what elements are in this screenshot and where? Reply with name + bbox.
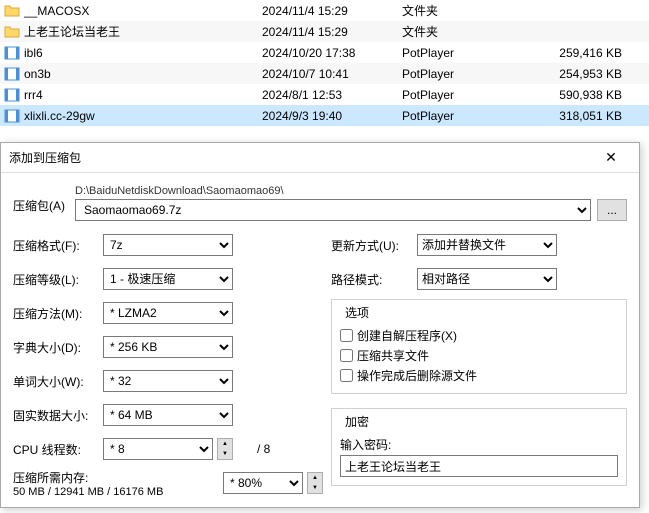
folder-icon xyxy=(4,24,20,40)
cpu-max: / 8 xyxy=(257,442,270,456)
cpu-select[interactable]: * 8 xyxy=(103,438,213,460)
word-label: 单词大小(W): xyxy=(13,373,103,390)
encryption-fieldset: 加密 输入密码: xyxy=(331,408,627,486)
mem-pct-select[interactable]: * 80% xyxy=(223,472,303,494)
format-label: 压缩格式(F): xyxy=(13,237,103,254)
file-list: __MACOSX 2024/11/4 15:29 文件夹 上老王论坛当老王 20… xyxy=(0,0,649,126)
solid-select[interactable]: * 64 MB xyxy=(103,404,233,426)
mem-value: 50 MB / 12941 MB / 16176 MB xyxy=(13,486,223,498)
file-row[interactable]: __MACOSX 2024/11/4 15:29 文件夹 xyxy=(0,0,649,21)
file-date: 2024/11/4 15:29 xyxy=(262,25,402,39)
password-input[interactable] xyxy=(340,455,618,477)
dict-label: 字典大小(D): xyxy=(13,339,103,356)
file-type: PotPlayer xyxy=(402,67,522,81)
file-date: 2024/8/1 12:53 xyxy=(262,88,402,102)
titlebar[interactable]: 添加到压缩包 ✕ xyxy=(1,143,639,173)
file-type: PotPlayer xyxy=(402,88,522,102)
mem-spinner[interactable]: ▲▼ xyxy=(307,472,323,494)
pathmode-select[interactable]: 相对路径 xyxy=(417,268,557,290)
word-select[interactable]: * 32 xyxy=(103,370,233,392)
enc-title: 加密 xyxy=(342,413,372,430)
file-date: 2024/10/7 10:41 xyxy=(262,67,402,81)
video-file-icon xyxy=(4,87,20,103)
file-row[interactable]: xlixli.cc-29gw 2024/9/3 19:40 PotPlayer … xyxy=(0,105,649,126)
file-row[interactable]: ibl6 2024/10/20 17:38 PotPlayer 259,416 … xyxy=(0,42,649,63)
update-select[interactable]: 添加并替换文件 xyxy=(417,234,557,256)
level-select[interactable]: 1 - 极速压缩 xyxy=(103,268,233,290)
file-name: on3b xyxy=(24,67,262,81)
options-fieldset: 选项 创建自解压程序(X) 压缩共享文件 操作完成后删除源文件 xyxy=(331,299,627,394)
file-size: 254,953 KB xyxy=(522,67,632,81)
file-date: 2024/10/20 17:38 xyxy=(262,46,402,60)
format-select[interactable]: 7z xyxy=(103,234,233,256)
solid-label: 固实数据大小: xyxy=(13,407,103,424)
file-type: PotPlayer xyxy=(402,109,522,123)
level-label: 压缩等级(L): xyxy=(13,271,103,288)
file-name: 上老王论坛当老王 xyxy=(24,23,262,40)
archive-path: D:\BaiduNetdiskDownload\Saomaomao69\ xyxy=(75,183,627,199)
opt-delete-checkbox[interactable] xyxy=(340,369,353,382)
file-type: 文件夹 xyxy=(402,23,522,40)
file-type: PotPlayer xyxy=(402,46,522,60)
opt-delete-row[interactable]: 操作完成后删除源文件 xyxy=(340,365,618,385)
file-name: ibl6 xyxy=(24,46,262,60)
opt-shared-row[interactable]: 压缩共享文件 xyxy=(340,345,618,365)
video-file-icon xyxy=(4,45,20,61)
archive-label: 压缩包(A) xyxy=(13,183,69,214)
method-select[interactable]: * LZMA2 xyxy=(103,302,233,324)
cpu-spinner[interactable]: ▲▼ xyxy=(217,438,233,460)
file-date: 2024/9/3 19:40 xyxy=(262,109,402,123)
file-size: 318,051 KB xyxy=(522,109,632,123)
dialog-title: 添加到压缩包 xyxy=(9,149,591,166)
dict-select[interactable]: * 256 KB xyxy=(103,336,233,358)
video-file-icon xyxy=(4,66,20,82)
file-size: 590,938 KB xyxy=(522,88,632,102)
pathmode-label: 路径模式: xyxy=(331,271,417,288)
cpu-label: CPU 线程数: xyxy=(13,441,103,458)
file-date: 2024/11/4 15:29 xyxy=(262,4,402,18)
file-name: rrr4 xyxy=(24,88,262,102)
file-size: 259,416 KB xyxy=(522,46,632,60)
options-title: 选项 xyxy=(342,304,372,321)
update-label: 更新方式(U): xyxy=(331,237,417,254)
pwd-label: 输入密码: xyxy=(340,436,618,453)
opt-shared-checkbox[interactable] xyxy=(340,349,353,362)
file-row[interactable]: rrr4 2024/8/1 12:53 PotPlayer 590,938 KB xyxy=(0,84,649,105)
video-file-icon xyxy=(4,108,20,124)
archive-name-input[interactable]: Saomaomao69.7z xyxy=(75,199,591,221)
file-row[interactable]: 上老王论坛当老王 2024/11/4 15:29 文件夹 xyxy=(0,21,649,42)
browse-button[interactable]: ... xyxy=(597,199,627,221)
file-row[interactable]: on3b 2024/10/7 10:41 PotPlayer 254,953 K… xyxy=(0,63,649,84)
opt-sfx-row[interactable]: 创建自解压程序(X) xyxy=(340,325,618,345)
method-label: 压缩方法(M): xyxy=(13,305,103,322)
file-name: xlixli.cc-29gw xyxy=(24,109,262,123)
folder-icon xyxy=(4,3,20,19)
file-name: __MACOSX xyxy=(24,4,262,18)
file-type: 文件夹 xyxy=(402,2,522,19)
close-button[interactable]: ✕ xyxy=(591,144,631,172)
add-to-archive-dialog: 添加到压缩包 ✕ 压缩包(A) D:\BaiduNetdiskDownload\… xyxy=(0,142,640,508)
mem-label: 压缩所需内存: xyxy=(13,469,223,486)
opt-sfx-checkbox[interactable] xyxy=(340,329,353,342)
